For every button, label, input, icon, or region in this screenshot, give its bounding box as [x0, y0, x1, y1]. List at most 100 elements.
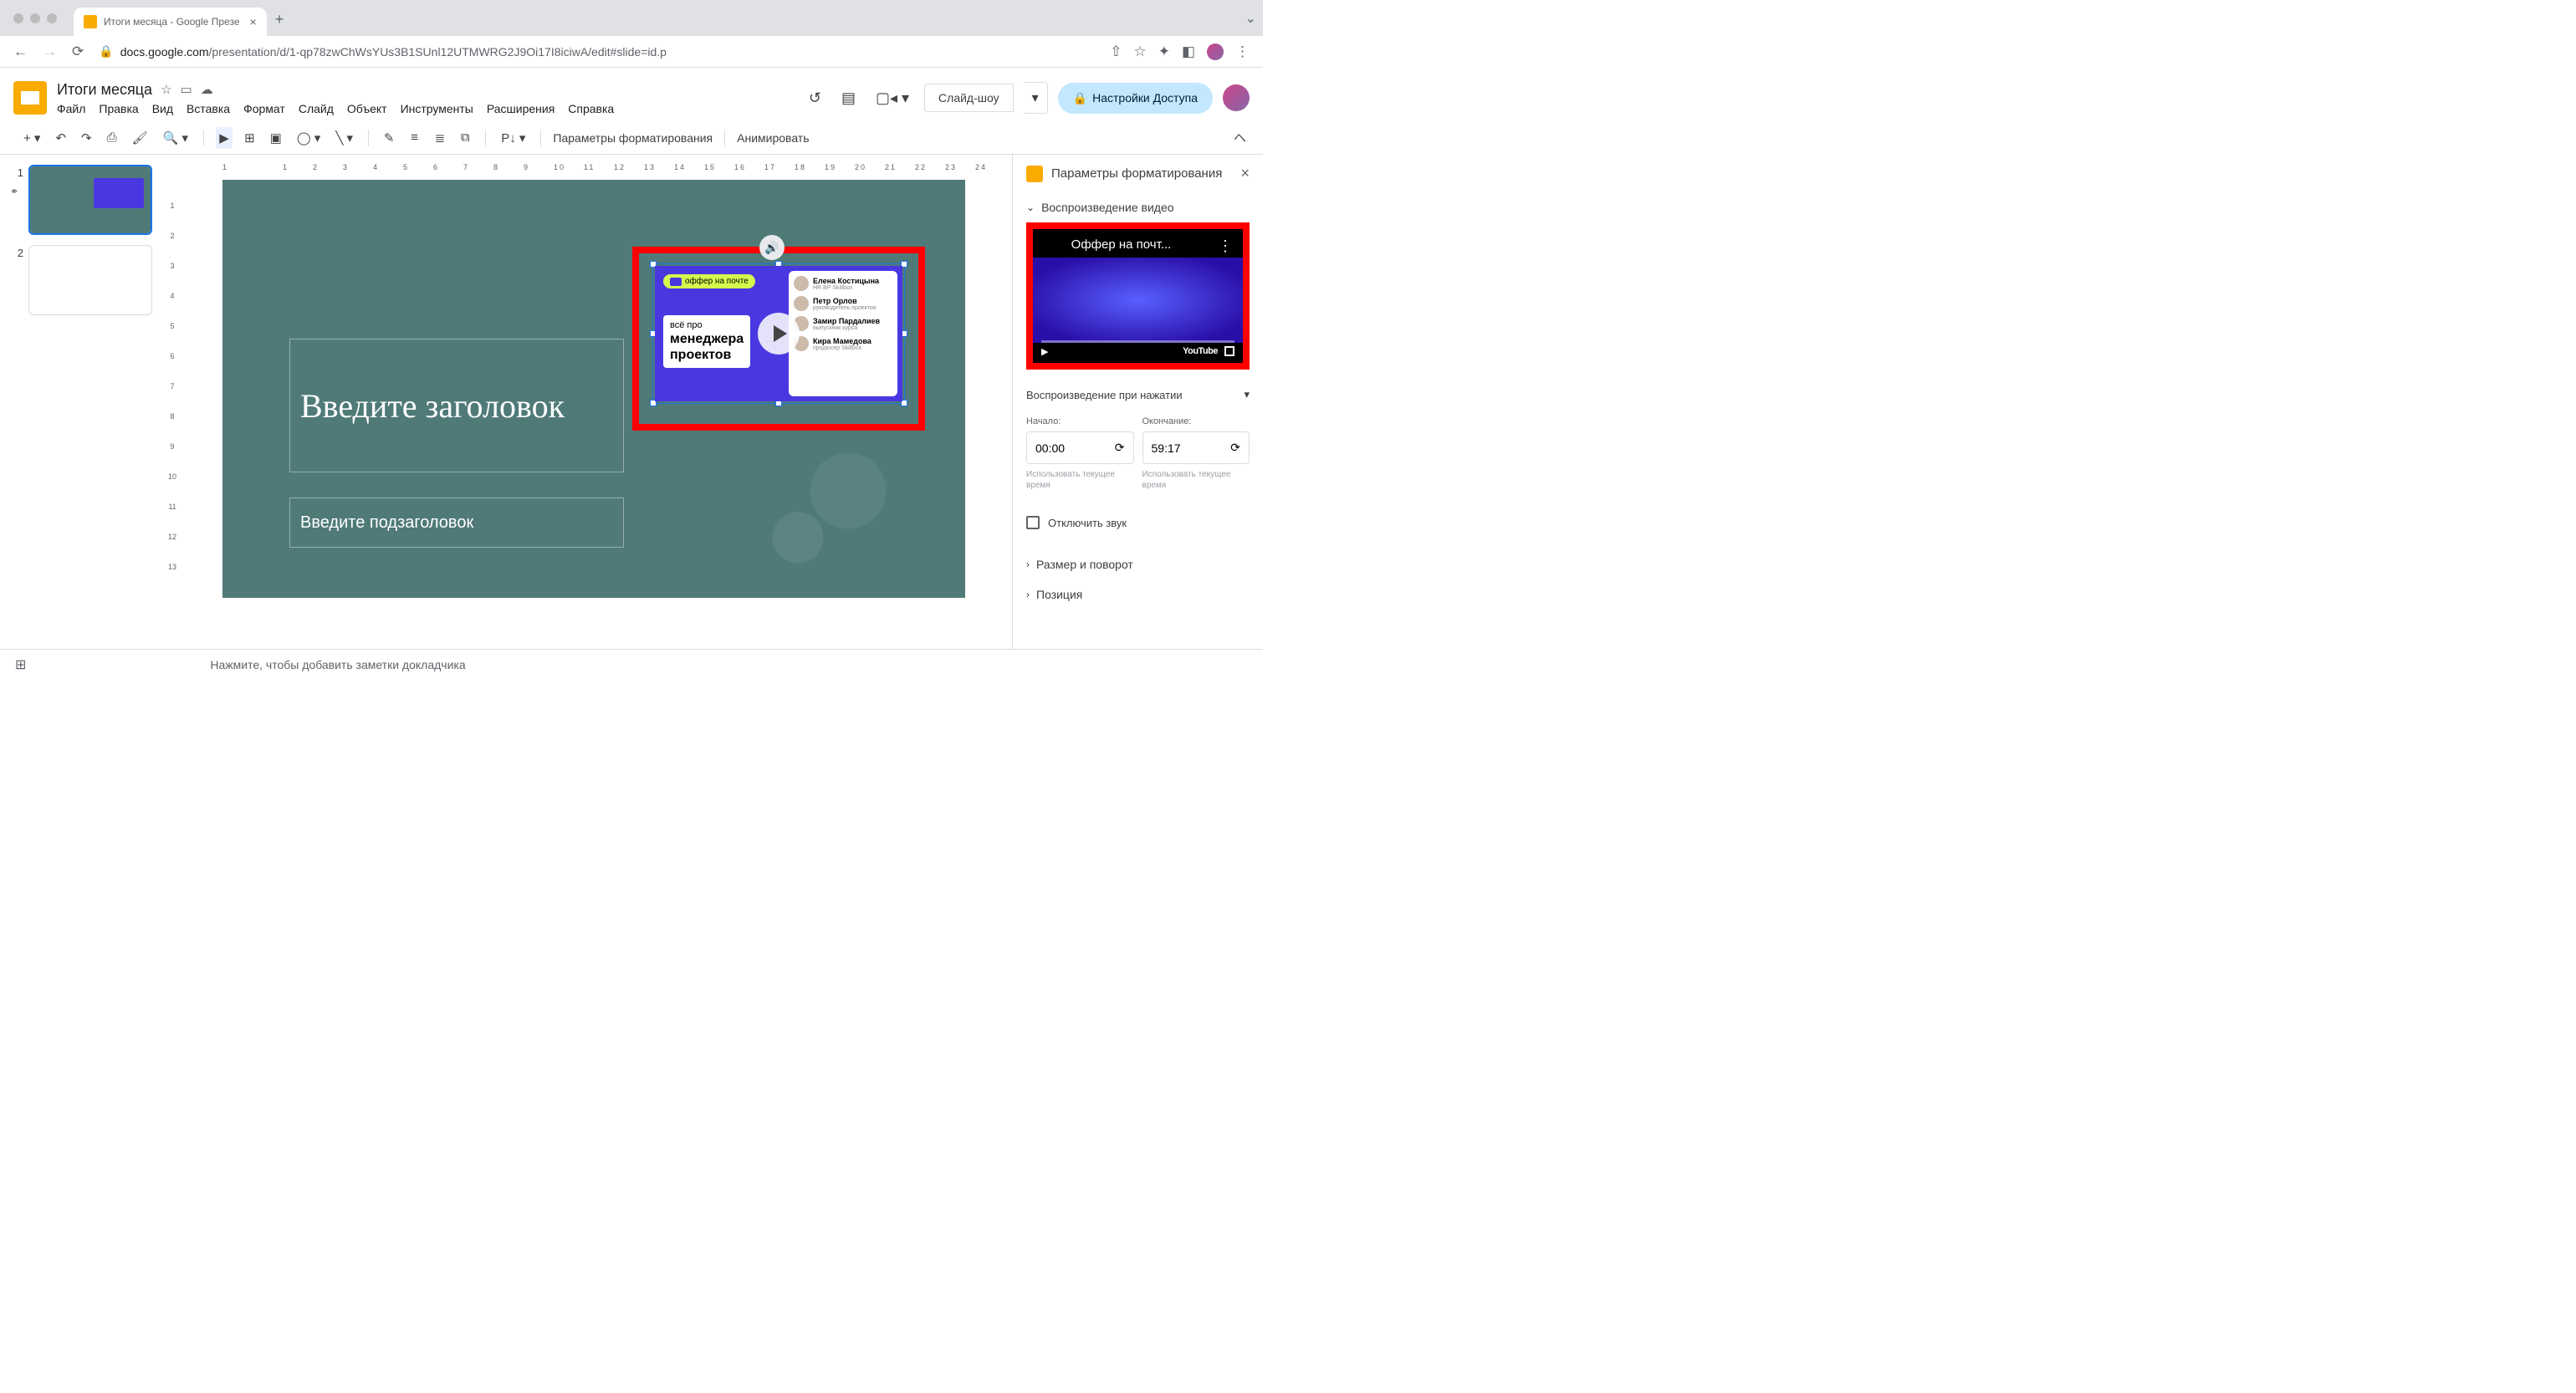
preview-play-icon[interactable]: ▶	[1041, 346, 1048, 357]
close-sidebar-icon[interactable]: ×	[1240, 165, 1250, 182]
end-time-input[interactable]: 59:17 ⟳	[1142, 431, 1250, 464]
menu-extensions[interactable]: Расширения	[487, 102, 555, 115]
menu-object[interactable]: Объект	[347, 102, 387, 115]
redo-icon[interactable]: ↷	[78, 127, 95, 149]
nav-reload-icon[interactable]: ⟳	[72, 43, 84, 60]
audio-badge-icon[interactable]: 🔊	[759, 235, 785, 260]
slides-logo-icon[interactable]	[13, 81, 47, 115]
start-time-hint[interactable]: Использовать текущее время	[1026, 469, 1134, 491]
account-avatar[interactable]	[1223, 84, 1250, 111]
browser-tab[interactable]: Итоги месяца - Google Презе ×	[74, 8, 267, 36]
select-tool-icon[interactable]: ▶	[216, 127, 233, 149]
speaker-notes-bar[interactable]: ⊞ Нажмите, чтобы добавить заметки доклад…	[0, 649, 1263, 679]
speaker-notes-placeholder[interactable]: Нажмите, чтобы добавить заметки докладчи…	[210, 658, 465, 671]
title-placeholder-text: Введите заголовок	[300, 386, 565, 426]
nav-back-icon[interactable]: ←	[13, 43, 28, 60]
collapse-tabs-icon[interactable]: ⌄	[1245, 10, 1256, 27]
undo-icon[interactable]: ↶	[52, 127, 69, 149]
video-preview[interactable]: Оффер на почт... ⋮ ▶ YouTube	[1033, 229, 1243, 363]
nav-forward-icon[interactable]: →	[43, 43, 57, 60]
mute-checkbox-row[interactable]: Отключить звук	[1026, 516, 1250, 529]
explore-icon[interactable]: ⊞	[15, 656, 26, 673]
thumbnail-1-row[interactable]: 1 ⚭	[10, 165, 154, 235]
pen-icon[interactable]: ✎	[381, 127, 398, 149]
section-position[interactable]: › Позиция	[1026, 579, 1250, 610]
subtitle-placeholder-box[interactable]: Введите подзаголовок	[289, 498, 624, 548]
preview-more-icon[interactable]: ⋮	[1218, 237, 1233, 255]
menu-insert[interactable]: Вставка	[187, 102, 230, 115]
arrange-icon[interactable]: ≣	[432, 127, 449, 149]
zoom-window-icon[interactable]	[47, 13, 57, 23]
slideshow-dropdown[interactable]: ▾	[1024, 82, 1048, 114]
slide-canvas[interactable]: Введите заголовок Введите подзаголовок 🔊	[222, 180, 965, 598]
new-slide-button[interactable]: + ▾	[20, 127, 43, 149]
textbox-icon[interactable]: ⊞	[241, 127, 258, 149]
menu-tools[interactable]: Инструменты	[401, 102, 473, 115]
sidepanel-icon[interactable]: ◧	[1182, 43, 1195, 60]
menu-view[interactable]: Вид	[152, 102, 173, 115]
slides-favicon-icon	[84, 15, 97, 28]
section-video-playback[interactable]: ⌄ Воспроизведение видео	[1026, 192, 1250, 222]
mute-checkbox[interactable]	[1026, 516, 1040, 529]
menu-help[interactable]: Справка	[568, 102, 614, 115]
line-icon[interactable]: ╲ ▾	[332, 127, 356, 149]
image-icon[interactable]: ▣	[267, 127, 285, 149]
video-caption: всё про менеджера проектов	[663, 315, 750, 369]
video-preview-highlight: Оффер на почт... ⋮ ▶ YouTube	[1026, 222, 1250, 370]
menu-slide[interactable]: Слайд	[299, 102, 334, 115]
browser-tab-bar: Итоги месяца - Google Презе × + ⌄	[0, 0, 1263, 36]
minimize-window-icon[interactable]	[30, 13, 40, 23]
slide-thumbnail[interactable]	[28, 165, 152, 235]
star-icon[interactable]: ☆	[161, 82, 171, 97]
crop-icon[interactable]: ⧉	[457, 127, 473, 148]
shape-icon[interactable]: ◯ ▾	[294, 127, 324, 149]
refresh-icon[interactable]: ⟳	[1115, 441, 1125, 455]
comments-icon[interactable]: ▤	[836, 84, 861, 112]
section-size-rotation[interactable]: › Размер и поворот	[1026, 549, 1250, 579]
animate-button[interactable]: Анимировать	[737, 131, 809, 145]
print-icon[interactable]: ⎙	[104, 127, 120, 148]
cloud-status-icon[interactable]: ☁	[201, 82, 213, 97]
preview-content	[1033, 258, 1243, 343]
start-time-value: 00:00	[1035, 441, 1065, 455]
sidebar-header-icon	[1026, 166, 1043, 182]
align-icon[interactable]: ≡	[406, 127, 423, 148]
zoom-icon[interactable]: 🔍 ▾	[160, 127, 192, 149]
menu-file[interactable]: Файл	[57, 102, 85, 115]
new-tab-button[interactable]: +	[275, 11, 284, 28]
start-time-input[interactable]: 00:00 ⟳	[1026, 431, 1134, 464]
fullscreen-icon[interactable]	[1224, 346, 1234, 356]
refresh-icon[interactable]: ⟳	[1230, 441, 1240, 455]
thumbnail-2-row[interactable]: 2	[10, 245, 154, 315]
video-pill: оффер на почте	[663, 274, 755, 288]
play-button[interactable]	[758, 313, 800, 355]
slideshow-button[interactable]: Слайд-шоу	[924, 84, 1014, 112]
menu-format[interactable]: Формат	[243, 102, 285, 115]
close-tab-icon[interactable]: ×	[250, 15, 257, 28]
browser-menu-icon[interactable]: ⋮	[1235, 43, 1250, 60]
close-window-icon[interactable]	[13, 13, 23, 23]
move-folder-icon[interactable]: ▭	[181, 82, 192, 97]
format-options-button[interactable]: Параметры форматирования	[553, 131, 713, 145]
share-button[interactable]: 🔒 Настройки Доступа	[1058, 83, 1213, 114]
share-page-icon[interactable]: ⇧	[1110, 43, 1122, 60]
end-time-hint[interactable]: Использовать текущее время	[1142, 469, 1250, 491]
history-icon[interactable]: ↺	[804, 84, 826, 112]
play-mode-dropdown[interactable]: Воспроизведение при нажатии ▾	[1026, 381, 1250, 408]
slide-thumbnail[interactable]	[28, 245, 152, 315]
browser-profile-avatar[interactable]	[1207, 43, 1224, 60]
collapse-toolbar-icon[interactable]: ヘ	[1230, 125, 1250, 150]
extensions-icon[interactable]: ✦	[1158, 43, 1170, 60]
menu-edit[interactable]: Правка	[99, 102, 138, 115]
youtube-logo[interactable]: YouTube	[1183, 346, 1218, 356]
paint-format-icon[interactable]: 🖌	[129, 127, 151, 149]
bookmark-icon[interactable]: ☆	[1133, 43, 1146, 60]
meet-icon[interactable]: ▢◂ ▾	[871, 84, 914, 112]
url-field[interactable]: 🔒 docs.google.com/presentation/d/1-qp78z…	[99, 44, 1095, 59]
share-button-label: Настройки Доступа	[1092, 91, 1198, 105]
doc-title[interactable]: Итоги месяца	[57, 81, 152, 99]
replace-icon[interactable]: Р↓ ▾	[498, 127, 529, 149]
addr-bar-right: ⇧ ☆ ✦ ◧ ⋮	[1110, 43, 1250, 60]
title-placeholder-box[interactable]: Введите заголовок	[289, 339, 624, 472]
video-selection[interactable]: оффер на почте всё про менеджера проекто…	[652, 263, 905, 404]
